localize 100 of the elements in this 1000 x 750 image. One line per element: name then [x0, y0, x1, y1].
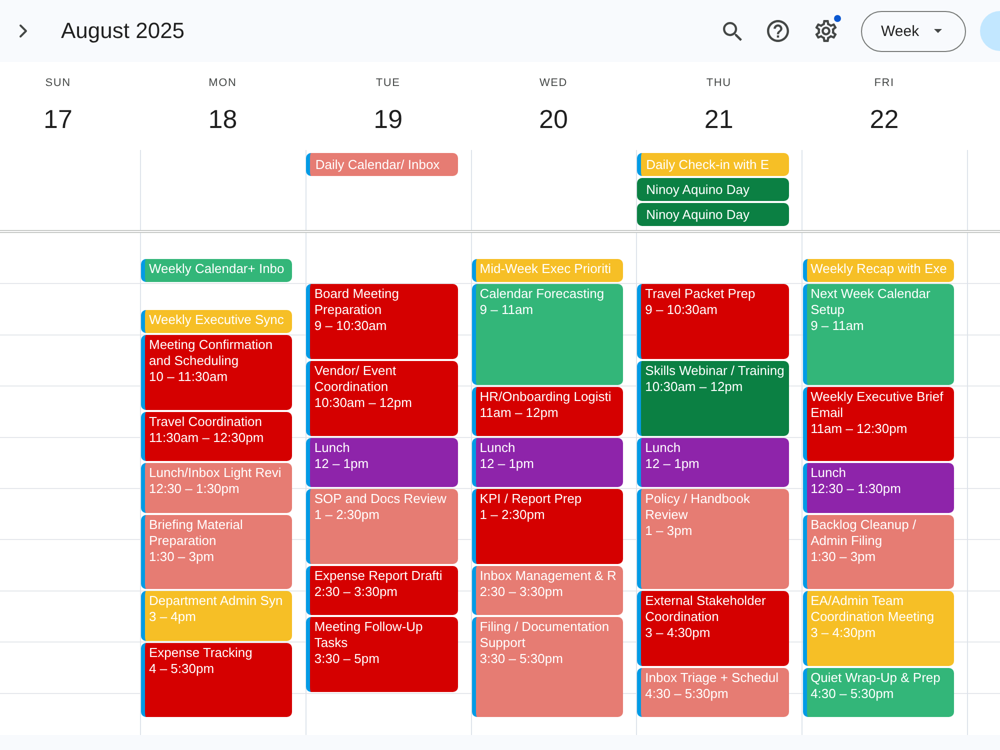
event-time: 12 – 1pm	[314, 456, 369, 472]
event-time: 3:30 – 5pm	[314, 650, 380, 667]
event-time: 11:30am – 12:30pm	[149, 430, 264, 446]
event-time: 4:30 – 5:30pm	[810, 686, 894, 702]
calendar-event[interactable]: Lunch 12:30 – 1:30pm	[802, 463, 954, 513]
event-time: 10:30am – 12pm	[314, 394, 412, 411]
calendar-event[interactable]: Briefing Material Preparation 1:30 – 3pm	[141, 514, 292, 590]
view-dropdown[interactable]: Week	[861, 10, 966, 52]
event-title: Vendor/ Event Coordination	[314, 362, 398, 395]
event-time: 1 – 2:30pm	[314, 506, 380, 523]
event-title: Meeting Follow-Up Tasks	[314, 618, 424, 651]
calendar-event[interactable]: Expense Report Drafti 2:30 – 3:30pm	[306, 566, 458, 615]
event-time: 4:30 – 5:30pm	[645, 686, 728, 702]
calendar-event[interactable]: Weekly Executive Brief Email 11am – 12:30pm	[802, 386, 954, 462]
event-time: 10 – 11:30am	[149, 369, 228, 386]
event-title: Lunch	[480, 440, 516, 456]
event-title: Inbox Triage + Schedul	[645, 670, 779, 686]
event-time: 12:30 – 1:30pm	[149, 481, 240, 498]
event-title: Weekly Executive Sync	[149, 312, 284, 328]
calendar-event[interactable]: Vendor/ Event Coordination 10:30am – 12pm	[306, 360, 458, 436]
calendar-event[interactable]: Lunch 12 – 1pm	[306, 438, 458, 487]
event-title: Weekly Calendar+ Inbo	[149, 260, 284, 277]
day-name: THU	[706, 76, 732, 90]
settings-icon	[815, 20, 837, 42]
day-name: FRI	[874, 76, 894, 90]
event-title: Department Admin Syn	[149, 593, 283, 610]
event-title: Quiet Wrap-Up & Prep	[810, 670, 940, 686]
event-title: KPI / Report Prep	[480, 490, 582, 507]
day-number[interactable]: 21	[704, 103, 734, 135]
event-title: HR/Onboarding Logisti	[480, 388, 612, 405]
event-title: Expense Report Drafti	[314, 568, 442, 584]
day-name: SUN	[45, 76, 71, 90]
calendar-event[interactable]: Expense Tracking 4 – 5:30pm	[141, 642, 292, 718]
event-title: Expense Tracking	[149, 644, 252, 660]
event-title: Policy / Handbook Review	[645, 490, 751, 523]
calendar-event[interactable]: Travel Packet Prep 9 – 10:30am	[637, 284, 789, 359]
all-day-event[interactable]: Ninoy Aquino Day	[637, 178, 789, 201]
day-number[interactable]: 20	[539, 103, 568, 135]
day-number[interactable]: 18	[208, 103, 238, 135]
event-title: Inbox Management & R	[480, 568, 616, 584]
event-time: 10:30am – 12pm	[645, 378, 743, 395]
event-title: Next Week Calendar Setup	[810, 286, 932, 318]
day-number[interactable]: 19	[374, 103, 403, 135]
day-name: TUE	[376, 76, 400, 90]
event-time: 12 – 1pm	[645, 456, 700, 472]
event-title: Lunch	[810, 465, 846, 482]
event-time: 1 – 3pm	[645, 522, 692, 539]
day-number[interactable]: 17	[44, 103, 72, 135]
month-title: August 2025	[61, 18, 185, 44]
calendar-event[interactable]: Lunch/Inbox Light Revi 12:30 – 1:30pm	[141, 463, 292, 513]
calendar-event[interactable]: Backlog Cleanup / Admin Filing 1:30 – 3pm	[802, 514, 954, 590]
event-time: 1:30 – 3pm	[810, 548, 876, 565]
search-icon	[722, 22, 742, 40]
calendar-event[interactable]: Meeting Follow-Up Tasks 3:30 – 5pm	[306, 616, 458, 692]
calendar-event[interactable]: Lunch 12 – 1pm	[637, 438, 789, 487]
event-title: Lunch	[314, 440, 350, 456]
calendar-event[interactable]: Lunch 12 – 1pm	[472, 438, 624, 487]
event-title: Mid-Week Exec Prioriti	[480, 260, 612, 277]
event-time: 9 – 11am	[480, 302, 534, 318]
calendar-event[interactable]: KPI / Report Prep 1 – 2:30pm	[472, 488, 624, 564]
calendar-event[interactable]: Policy / Handbook Review 1 – 3pm	[637, 488, 789, 590]
event-time: 1:30 – 3pm	[149, 548, 214, 565]
event-title: External Stakeholder Coordination	[645, 593, 767, 626]
event-time: 2:30 – 3:30pm	[480, 584, 563, 600]
calendar-event[interactable]: Inbox Management & R 2:30 – 3:30pm	[472, 566, 624, 615]
event-time: 12:30 – 1:30pm	[810, 481, 901, 498]
event-title: Skills Webinar / Training	[645, 362, 784, 379]
event-time: 3 – 4:30pm	[645, 625, 710, 642]
event-time: 9 – 11am	[810, 318, 864, 334]
calendar-event[interactable]: Meeting Confirmation and Scheduling 10 – 11:30am	[141, 335, 292, 410]
event-time: 3:30 – 5:30pm	[480, 650, 563, 667]
calendar-event[interactable]: HR/Onboarding Logisti 11am – 12pm	[472, 386, 624, 436]
caret-icon	[934, 29, 942, 33]
event-title: Board Meeting Preparation	[314, 286, 400, 318]
calendar-event[interactable]: External Stakeholder Coordination 3 – 4:30pm	[637, 591, 789, 666]
event-time: 3 – 4pm	[149, 609, 196, 626]
calendar-event[interactable]: Board Meeting Preparation 9 – 10:30am	[306, 284, 458, 359]
event-title: EA/Admin Team Coordination Meeting	[810, 593, 936, 626]
event-time: 11am – 12pm	[480, 404, 558, 421]
event-title: Calendar Forecasting	[480, 286, 604, 302]
event-time: 4 – 5:30pm	[149, 660, 214, 676]
event-title: Weekly Recap with Exe	[810, 260, 947, 277]
calendar-event[interactable]: Inbox Triage + Schedul 4:30 – 5:30pm	[637, 668, 789, 718]
event-time: 9 – 10:30am	[645, 302, 718, 318]
event-time: 11am – 12:30pm	[810, 420, 908, 437]
event-time: 12 – 1pm	[480, 456, 534, 472]
event-title: Weekly Executive Brief Email	[810, 388, 944, 421]
day-name: WED	[539, 76, 568, 90]
help-icon	[767, 20, 789, 42]
event-title: Briefing Material Preparation	[149, 516, 244, 549]
all-day-event[interactable]: Ninoy Aquino Day	[637, 203, 789, 226]
calendar-event[interactable]: Filing / Documentation Support 3:30 – 5:30pm	[472, 616, 624, 718]
calendar-event[interactable]: Travel Coordination 11:30am – 12:30pm	[141, 412, 292, 462]
calendar-event[interactable]: Skills Webinar / Training 10:30am – 12pm	[637, 360, 789, 436]
calendar-event[interactable]: SOP and Docs Review 1 – 2:30pm	[306, 488, 458, 564]
all-day-event[interactable]: Daily Calendar/ Inbox	[306, 153, 458, 176]
event-title: Filing / Documentation Support	[480, 618, 610, 651]
event-time: 9 – 10:30am	[314, 318, 387, 334]
day-number[interactable]: 22	[870, 103, 899, 135]
event-time: 1 – 2:30pm	[480, 506, 545, 523]
